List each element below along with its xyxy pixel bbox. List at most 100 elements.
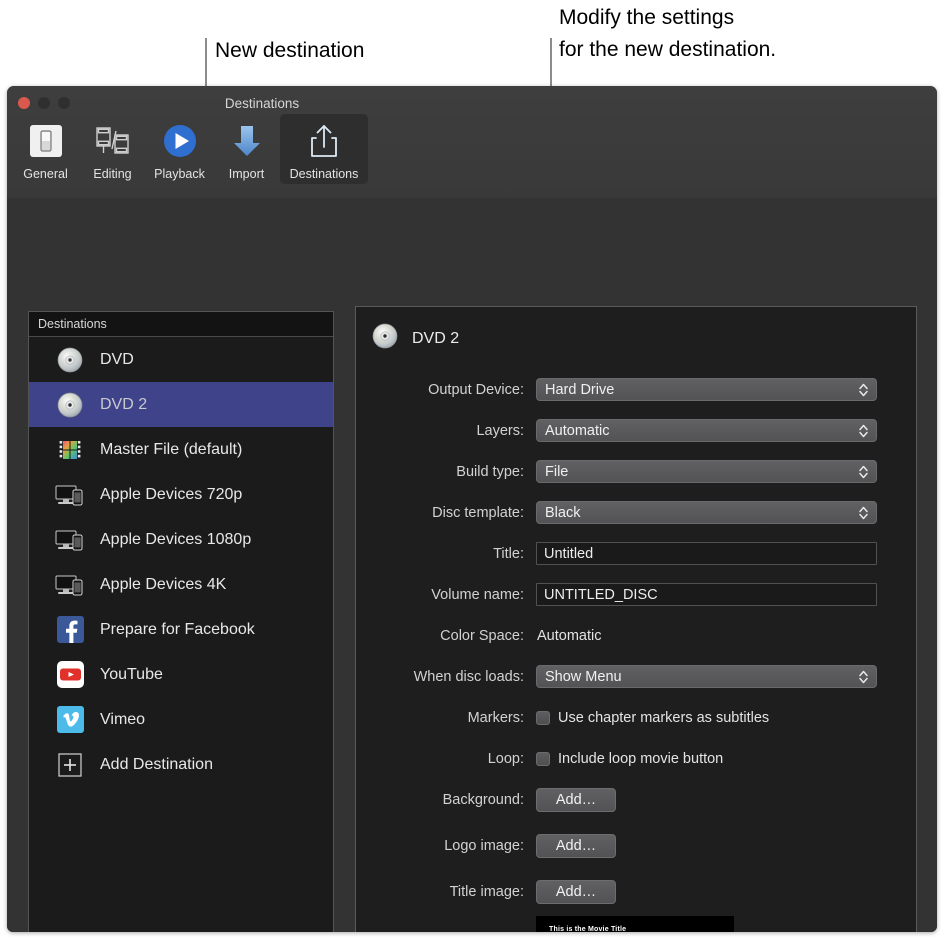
- toolbar-item-playback[interactable]: Playback: [146, 114, 213, 184]
- field-label: Loop:: [487, 750, 524, 767]
- preview-movie-title: This is the Movie Title: [549, 926, 627, 932]
- toolbar-item-general[interactable]: General: [12, 114, 79, 184]
- toolbar-item-editing[interactable]: Editing: [79, 114, 146, 184]
- toolbar-item-playback-label: Playback: [154, 167, 205, 181]
- annotation-modify-settings-line1: Modify the settings: [559, 6, 735, 29]
- field-when-disc-loads: When disc loads: Show Menu: [356, 662, 916, 691]
- field-label: Title:: [493, 545, 524, 562]
- list-item-label: Prepare for Facebook: [100, 620, 255, 638]
- toolbar-items: General Editing Playback Import Destinat…: [12, 114, 368, 184]
- field-label: Preview:: [356, 916, 536, 932]
- loop-checkbox[interactable]: [536, 751, 550, 766]
- list-item-apple-devices-4k[interactable]: Apple Devices 4K: [29, 562, 333, 607]
- loop-checkbox-row[interactable]: Include loop movie button: [536, 751, 916, 767]
- field-label: Build type:: [456, 463, 524, 480]
- sidebar-header: Destinations: [29, 312, 333, 337]
- play-circle-icon: [160, 118, 200, 164]
- toolbar-item-import[interactable]: Import: [213, 114, 280, 184]
- list-item-label: Apple Devices 1080p: [100, 530, 252, 548]
- chevron-updown-icon: [858, 422, 869, 439]
- field-loop: Loop: Include loop movie button: [356, 744, 916, 773]
- disc-icon: [55, 390, 85, 420]
- field-label: Title image:: [449, 883, 524, 900]
- youtube-icon: [55, 660, 85, 690]
- detail-header: DVD 2: [356, 307, 916, 355]
- field-layers: Layers: Automatic: [356, 416, 916, 445]
- filmstrip-icon: [93, 118, 133, 164]
- output-device-popup[interactable]: Hard Drive: [536, 378, 877, 401]
- field-build-type: Build type: File: [356, 457, 916, 486]
- field-markers: Markers: Use chapter markers as subtitle…: [356, 703, 916, 732]
- destinations-preferences-window: Destinations General Editing Playback Im…: [7, 86, 937, 932]
- disc-template-popup[interactable]: Black: [536, 501, 877, 524]
- list-item-youtube[interactable]: YouTube: [29, 652, 333, 697]
- field-output-device: Output Device: Hard Drive: [356, 375, 916, 404]
- layers-popup[interactable]: Automatic: [536, 419, 877, 442]
- disc-icon: [371, 322, 399, 355]
- popup-value: Hard Drive: [545, 381, 615, 398]
- down-arrow-icon: [227, 118, 267, 164]
- plus-box-icon: [55, 750, 85, 780]
- popup-value: File: [545, 463, 569, 480]
- devices-icon: [55, 480, 85, 510]
- field-background: Background: Add…: [356, 785, 916, 814]
- list-item-label: DVD 2: [100, 395, 148, 413]
- field-disc-template: Disc template: Black: [356, 498, 916, 527]
- field-label: Logo image:: [444, 837, 524, 854]
- list-item-label: Apple Devices 4K: [100, 575, 227, 593]
- list-item-apple-devices-1080p[interactable]: Apple Devices 1080p: [29, 517, 333, 562]
- title-input-value: Untitled: [544, 545, 594, 562]
- field-label: Color Space:: [440, 627, 524, 644]
- list-item-add-destination[interactable]: Add Destination: [29, 742, 333, 787]
- field-label: Disc template:: [432, 504, 524, 521]
- toolbar-item-general-label: General: [23, 167, 68, 181]
- popup-value: Automatic: [545, 422, 610, 439]
- destinations-sidebar: Destinations DVD DVD 2 Master File (defa…: [28, 311, 334, 932]
- markers-checkbox-label: Use chapter markers as subtitles: [558, 709, 770, 726]
- field-title-image: Title image: Add…: [356, 877, 916, 906]
- switch-icon: [26, 118, 66, 164]
- toolbar-item-import-label: Import: [228, 167, 265, 181]
- popup-value: Black: [545, 504, 581, 521]
- title-input[interactable]: Untitled: [536, 542, 877, 565]
- chevron-updown-icon: [858, 381, 869, 398]
- field-preview: Preview: This is the Movie Title: [356, 916, 916, 932]
- markers-checkbox-row[interactable]: Use chapter markers as subtitles: [536, 710, 916, 726]
- destinations-list: DVD DVD 2 Master File (default) Apple De…: [29, 337, 333, 932]
- build-type-popup[interactable]: File: [536, 460, 877, 483]
- volume-name-input[interactable]: UNTITLED_DISC: [536, 583, 877, 606]
- field-label: Background:: [442, 791, 524, 808]
- loop-checkbox-label: Include loop movie button: [558, 750, 724, 767]
- filmstrip-color-icon: [55, 435, 85, 465]
- list-item-vimeo[interactable]: Vimeo: [29, 697, 333, 742]
- annotation-new-destination: New destination: [215, 39, 365, 62]
- annotation-modify-settings-line2: for the new destination.: [559, 38, 777, 61]
- field-label: Output Device:: [428, 381, 524, 398]
- field-color-space: Color Space: Automatic: [356, 621, 916, 650]
- list-item-label: Add Destination: [100, 755, 213, 773]
- list-item-label: Master File (default): [100, 440, 243, 458]
- field-volume-name: Volume name: UNTITLED_DISC: [356, 580, 916, 609]
- toolbar-item-destinations[interactable]: Destinations: [280, 114, 368, 184]
- background-add-button[interactable]: Add…: [536, 787, 616, 812]
- list-item-label: Vimeo: [100, 710, 146, 728]
- chevron-updown-icon: [858, 463, 869, 480]
- title-image-add-button[interactable]: Add…: [536, 879, 616, 904]
- list-item-label: DVD: [100, 350, 134, 368]
- list-item-dvd-2[interactable]: DVD 2: [29, 382, 333, 427]
- devices-icon: [55, 525, 85, 555]
- field-label: Markers:: [467, 709, 524, 726]
- popup-value: Show Menu: [545, 668, 622, 685]
- markers-checkbox[interactable]: [536, 710, 550, 725]
- disc-menu-preview[interactable]: This is the Movie Title: [536, 916, 734, 932]
- list-item-dvd[interactable]: DVD: [29, 337, 333, 382]
- list-item-apple-devices-720p[interactable]: Apple Devices 720p: [29, 472, 333, 517]
- field-logo-image: Logo image: Add…: [356, 831, 916, 860]
- settings-form: Output Device: Hard Drive Layers: Automa…: [356, 375, 916, 932]
- logo-image-add-button[interactable]: Add…: [536, 833, 616, 858]
- window-toolbar: Destinations General Editing Playback Im…: [7, 86, 937, 199]
- when-disc-loads-popup[interactable]: Show Menu: [536, 665, 877, 688]
- list-item-prepare-for-facebook[interactable]: Prepare for Facebook: [29, 607, 333, 652]
- color-space-value: Automatic: [537, 627, 602, 644]
- list-item-master-file[interactable]: Master File (default): [29, 427, 333, 472]
